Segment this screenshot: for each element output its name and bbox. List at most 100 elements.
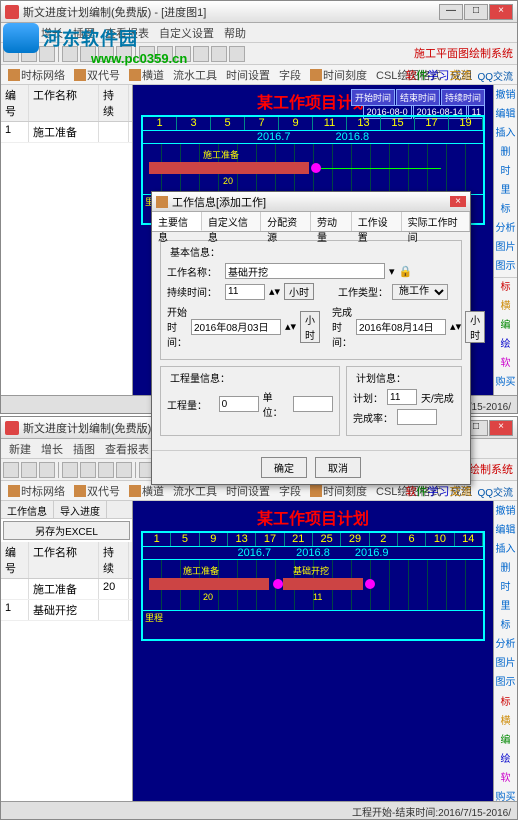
- rp-tool[interactable]: 分析: [494, 636, 517, 654]
- tb-item[interactable]: 字段: [276, 67, 304, 83]
- rp-tool[interactable]: 标: [494, 617, 517, 635]
- tb-item[interactable]: 横道: [126, 67, 167, 83]
- close-button[interactable]: ×: [489, 4, 513, 20]
- tool-icon[interactable]: [62, 462, 78, 478]
- tb-item[interactable]: 双代号: [71, 483, 123, 499]
- task-row[interactable]: 1 施工准备: [1, 122, 132, 143]
- menu-item[interactable]: 增长: [37, 441, 67, 457]
- menu-item[interactable]: 插图: [69, 441, 99, 457]
- rp-color[interactable]: 绘: [494, 751, 517, 769]
- tool-icon[interactable]: [116, 462, 132, 478]
- qty-input[interactable]: [219, 396, 259, 412]
- menu-item[interactable]: 查看报表: [101, 441, 153, 457]
- dialog-titlebar[interactable]: 工作信息[添加工作] ×: [152, 192, 470, 212]
- dropdown-icon[interactable]: ▾: [389, 265, 395, 278]
- rp-color[interactable]: 编: [494, 317, 517, 335]
- dialog-tab[interactable]: 工作设置: [352, 212, 402, 231]
- cancel-button[interactable]: 取消: [315, 457, 361, 478]
- qq-link[interactable]: QQ交流: [477, 68, 513, 83]
- gantt-node[interactable]: [273, 579, 283, 589]
- dialog-tab[interactable]: 劳动量: [311, 212, 352, 231]
- spinner-icon[interactable]: ▴▾: [450, 320, 461, 333]
- rp-color[interactable]: 软: [494, 770, 517, 788]
- task-row[interactable]: 施工准备 20: [1, 579, 132, 600]
- hour-button[interactable]: 小时: [284, 283, 314, 300]
- rp-tool[interactable]: 撤销: [494, 503, 517, 521]
- tool-icon[interactable]: [229, 46, 245, 62]
- spinner-icon[interactable]: ▴▾: [269, 285, 280, 298]
- tb-item[interactable]: 时间设置: [223, 67, 273, 83]
- rp-tool[interactable]: 标: [494, 201, 517, 219]
- minimize-button[interactable]: —: [439, 4, 463, 20]
- gantt-canvas[interactable]: 某工作项目计划 1591317212529261014 2016.7 2016.…: [133, 501, 493, 801]
- dialog-tab[interactable]: 自定义信息: [202, 212, 261, 231]
- menu-item[interactable]: 新建: [5, 441, 35, 457]
- hour-button[interactable]: 小时: [300, 311, 320, 343]
- gantt-node[interactable]: [311, 163, 321, 173]
- export-excel-button[interactable]: 另存为EXCEL: [3, 521, 130, 540]
- rp-color[interactable]: 软: [494, 355, 517, 373]
- rp-color[interactable]: 横: [494, 713, 517, 731]
- titlebar[interactable]: 斯文进度计划编制(免费版) - [进度图1] — □ ×: [1, 1, 517, 23]
- rp-color[interactable]: 标: [494, 694, 517, 712]
- dialog-tab[interactable]: 分配资源: [261, 212, 311, 231]
- rp-tool[interactable]: 里: [494, 598, 517, 616]
- banner-mix[interactable]: 软件学习交流: [405, 483, 471, 499]
- pane-tab[interactable]: 工作信息: [1, 501, 54, 518]
- tool-icon[interactable]: [80, 462, 96, 478]
- ok-button[interactable]: 确定: [261, 457, 307, 478]
- rp-color[interactable]: 标: [494, 279, 517, 297]
- hour-button[interactable]: 小时: [465, 311, 485, 343]
- gantt-bar[interactable]: [149, 578, 269, 590]
- qq-link[interactable]: QQ交流: [477, 484, 513, 499]
- tool-icon[interactable]: [98, 462, 114, 478]
- rp-tool[interactable]: 时: [494, 579, 517, 597]
- rp-tool[interactable]: 图示: [494, 258, 517, 276]
- rp-buy[interactable]: 购买: [494, 789, 517, 807]
- end-input[interactable]: [356, 319, 446, 335]
- tb-item[interactable]: 流水工具: [170, 67, 220, 83]
- plan-input[interactable]: [387, 389, 417, 405]
- gantt-body[interactable]: 施工准备 20 基础开挖 11: [143, 560, 483, 610]
- rp-tool[interactable]: 图片: [494, 239, 517, 257]
- name-input[interactable]: [225, 263, 385, 279]
- rp-buy[interactable]: 购买: [494, 374, 517, 392]
- task-row[interactable]: 1 基础开挖: [1, 600, 132, 621]
- start-input[interactable]: [191, 319, 281, 335]
- tb-item[interactable]: 时标网络: [5, 67, 68, 83]
- dur-input[interactable]: [225, 284, 265, 300]
- rp-tool[interactable]: 删: [494, 560, 517, 578]
- tb-item[interactable]: 双代号: [71, 67, 123, 83]
- unit-input[interactable]: [293, 396, 333, 412]
- rp-tool[interactable]: 里: [494, 182, 517, 200]
- dialog-close-button[interactable]: ×: [450, 196, 466, 207]
- spinner-icon[interactable]: ▴▾: [285, 320, 296, 333]
- rp-tool[interactable]: 插入: [494, 125, 517, 143]
- rp-tool[interactable]: 撤销: [494, 87, 517, 105]
- rp-tool[interactable]: 删: [494, 144, 517, 162]
- banner-mix[interactable]: 软件学习交流: [405, 67, 471, 83]
- banner-text[interactable]: 施工平面图绘制系统: [414, 45, 513, 61]
- gantt-bar[interactable]: [149, 162, 309, 174]
- gantt-body[interactable]: 施工准备 20: [143, 144, 483, 194]
- rp-tool[interactable]: 编辑: [494, 522, 517, 540]
- maximize-button[interactable]: □: [464, 4, 488, 20]
- menu-item[interactable]: 自定义设置: [155, 25, 218, 41]
- rp-tool[interactable]: 时: [494, 163, 517, 181]
- close-button[interactable]: ×: [489, 420, 513, 436]
- tb-item[interactable]: 时标网络: [5, 483, 68, 499]
- rp-tool[interactable]: 插入: [494, 541, 517, 559]
- rp-tool[interactable]: 图示: [494, 674, 517, 692]
- lock-icon[interactable]: 🔒: [399, 265, 413, 278]
- rp-tool[interactable]: 图片: [494, 655, 517, 673]
- tb-item[interactable]: 时间刻度: [307, 67, 370, 83]
- rp-tool[interactable]: 分析: [494, 220, 517, 238]
- rp-color[interactable]: 编: [494, 732, 517, 750]
- menu-item[interactable]: 帮助: [220, 25, 250, 41]
- rp-color[interactable]: 横: [494, 298, 517, 316]
- rp-tool[interactable]: 编辑: [494, 106, 517, 124]
- tool-icon[interactable]: [193, 46, 209, 62]
- gantt-node[interactable]: [365, 579, 375, 589]
- tool-icon[interactable]: [3, 462, 19, 478]
- tool-icon[interactable]: [39, 462, 55, 478]
